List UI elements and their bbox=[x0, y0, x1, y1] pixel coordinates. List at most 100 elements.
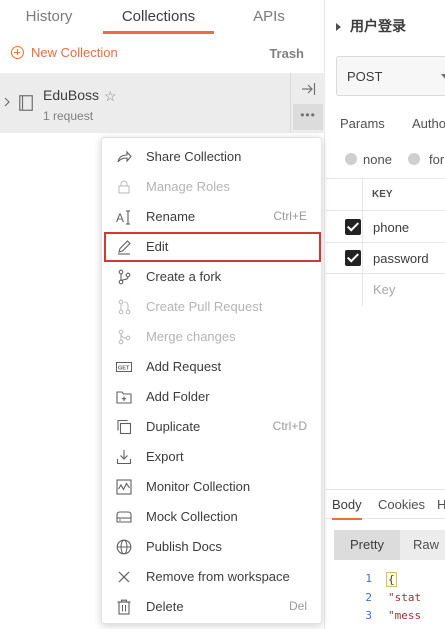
close-icon bbox=[116, 569, 132, 585]
line-number: 1 bbox=[365, 572, 372, 585]
menu-item-label: Mock Collection bbox=[146, 509, 238, 524]
menu-item-label: Merge changes bbox=[146, 329, 236, 344]
tab-apis[interactable]: APIs bbox=[236, 0, 302, 34]
trash-button[interactable]: Trash bbox=[269, 46, 304, 61]
menu-item-label: Duplicate bbox=[146, 419, 201, 434]
collection-folder-icon bbox=[19, 95, 33, 111]
add-circle-icon bbox=[11, 46, 24, 59]
line-number: 3 bbox=[365, 609, 372, 622]
code-text: "mess bbox=[388, 609, 422, 622]
menu-item-label: Share Collection bbox=[146, 149, 242, 164]
menu-item-shortcut: Ctrl+E bbox=[273, 209, 307, 223]
menu-item-add-folder[interactable]: Add Folder bbox=[102, 383, 321, 411]
menu-item-label: Export bbox=[146, 449, 184, 464]
tab-cookies[interactable]: Cookies bbox=[378, 497, 425, 512]
table-header: KEY bbox=[326, 179, 445, 211]
svg-text:GET: GET bbox=[118, 366, 130, 372]
menu-item-create-fork[interactable]: Create a fork bbox=[102, 263, 321, 291]
more-options-button[interactable]: ••• bbox=[293, 104, 323, 130]
menu-item-duplicate[interactable]: Duplicate Ctrl+D bbox=[102, 413, 321, 441]
menu-item-create-pull-request[interactable]: Create Pull Request bbox=[102, 293, 321, 321]
body-type-form-radio[interactable] bbox=[408, 153, 420, 165]
format-raw-button[interactable]: Raw bbox=[413, 530, 439, 560]
get-request-icon: GET bbox=[116, 359, 132, 375]
menu-item-merge-changes[interactable]: Merge changes bbox=[102, 323, 321, 351]
svg-text:A: A bbox=[116, 211, 124, 225]
column-header-key: KEY bbox=[372, 189, 393, 200]
divider bbox=[290, 73, 291, 133]
row-checkbox[interactable] bbox=[345, 219, 361, 235]
table-row: phone bbox=[326, 212, 445, 243]
body-type-none-radio[interactable] bbox=[345, 153, 357, 165]
row-checkbox[interactable] bbox=[345, 250, 361, 266]
menu-item-edit[interactable]: Edit bbox=[104, 232, 321, 262]
menu-item-label: Delete bbox=[146, 599, 184, 614]
menu-item-label: Monitor Collection bbox=[146, 479, 251, 494]
new-collection-button[interactable]: New Collection bbox=[11, 45, 118, 60]
menu-item-label: Add Request bbox=[146, 359, 222, 374]
menu-item-label: Remove from workspace bbox=[146, 569, 290, 584]
globe-icon bbox=[116, 539, 132, 555]
body-type-form-label: for bbox=[429, 152, 445, 167]
chevron-right-icon[interactable] bbox=[3, 97, 11, 107]
menu-item-label: Create Pull Request bbox=[146, 299, 263, 314]
expand-panel-icon[interactable] bbox=[299, 81, 317, 97]
menu-item-shortcut: Del bbox=[288, 599, 307, 613]
response-tabs: Body Cookies H bbox=[326, 489, 445, 520]
request-title[interactable]: 用户登录 bbox=[336, 16, 406, 36]
menu-item-publish-docs[interactable]: Publish Docs bbox=[102, 533, 321, 561]
tab-headers[interactable]: H bbox=[437, 497, 445, 512]
pull-request-icon bbox=[116, 299, 132, 315]
export-icon bbox=[116, 449, 132, 465]
code-text: "stat bbox=[388, 591, 422, 604]
menu-item-add-request[interactable]: GET Add Request bbox=[102, 353, 321, 381]
sidebar-toolbar: New Collection Trash bbox=[0, 36, 325, 72]
mock-server-icon bbox=[116, 509, 132, 525]
menu-item-label: Manage Roles bbox=[146, 179, 230, 194]
monitor-icon bbox=[116, 479, 132, 495]
request-title-text: 用户登录 bbox=[350, 18, 406, 34]
format-bar: Pretty Raw bbox=[334, 530, 445, 560]
lock-icon bbox=[116, 179, 132, 195]
menu-item-shortcut: Ctrl+D bbox=[272, 419, 307, 433]
collection-item[interactable]: EduBoss ☆ 1 request ••• bbox=[0, 73, 325, 133]
tab-authorization[interactable]: Autho bbox=[412, 116, 445, 131]
menu-item-monitor-collection[interactable]: Monitor Collection bbox=[102, 473, 321, 501]
tab-params[interactable]: Params bbox=[340, 116, 385, 131]
collection-request-count: 1 request bbox=[43, 109, 94, 123]
share-icon bbox=[116, 149, 132, 165]
duplicate-icon bbox=[116, 419, 132, 435]
collection-name: EduBoss bbox=[43, 87, 100, 103]
tab-body[interactable]: Body bbox=[332, 497, 362, 520]
method-value: POST bbox=[347, 69, 383, 84]
line-number: 2 bbox=[365, 591, 372, 604]
format-pretty-button[interactable]: Pretty bbox=[334, 530, 400, 560]
table-row: password bbox=[326, 243, 445, 274]
chevron-down-icon bbox=[441, 74, 445, 79]
method-select[interactable]: POST bbox=[336, 56, 445, 96]
params-table: KEY phone password Key bbox=[326, 178, 445, 306]
pencil-icon bbox=[116, 239, 132, 255]
menu-item-remove-from-workspace[interactable]: Remove from workspace bbox=[102, 563, 321, 591]
menu-item-export[interactable]: Export bbox=[102, 443, 321, 471]
sidebar-tabs: History Collections APIs bbox=[0, 0, 325, 36]
tab-collections[interactable]: Collections bbox=[103, 0, 214, 34]
table-row: Key bbox=[326, 274, 445, 305]
menu-item-manage-roles[interactable]: Manage Roles bbox=[102, 173, 321, 201]
tab-history[interactable]: History bbox=[10, 0, 88, 34]
merge-icon bbox=[116, 329, 132, 345]
menu-item-label: Add Folder bbox=[146, 389, 210, 404]
menu-item-delete[interactable]: Delete Del bbox=[102, 593, 321, 621]
menu-item-share-collection[interactable]: Share Collection bbox=[102, 143, 321, 171]
row-key[interactable]: phone bbox=[373, 220, 409, 235]
row-key[interactable]: password bbox=[373, 251, 429, 266]
rename-icon: A bbox=[116, 209, 132, 225]
menu-item-label: Publish Docs bbox=[146, 539, 222, 554]
collection-context-menu: Share Collection Manage Roles A Rename C… bbox=[101, 137, 322, 624]
add-folder-icon bbox=[116, 389, 132, 405]
star-icon[interactable]: ☆ bbox=[104, 88, 117, 105]
new-key-input[interactable]: Key bbox=[373, 282, 395, 297]
menu-item-rename[interactable]: A Rename Ctrl+E bbox=[102, 203, 321, 231]
trash-icon bbox=[116, 599, 132, 615]
menu-item-mock-collection[interactable]: Mock Collection bbox=[102, 503, 321, 531]
